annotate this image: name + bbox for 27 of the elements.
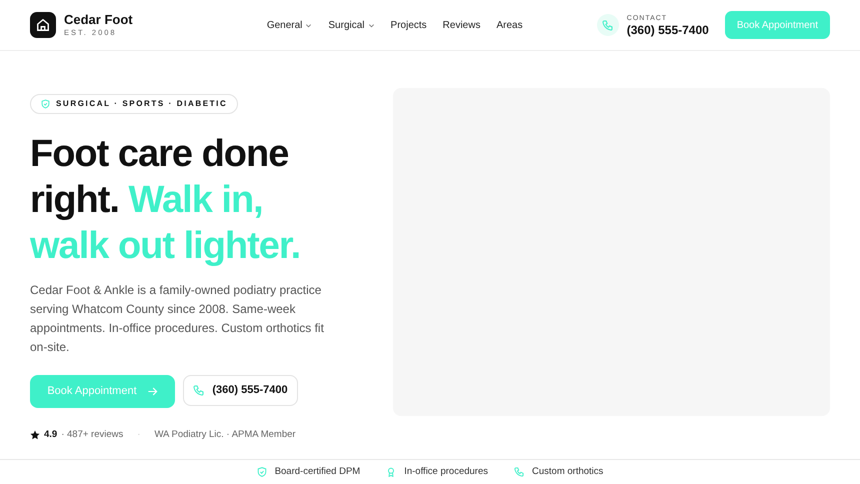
call-button[interactable]: (360) 555-7400 [183, 375, 298, 406]
shield-icon [256, 467, 267, 477]
shield-icon [41, 99, 50, 109]
trust-item-label: Board-certified DPM [274, 464, 360, 479]
nav-link[interactable]: Surgical [328, 18, 375, 32]
phone-icon [193, 385, 204, 396]
logo-icon[interactable] [30, 12, 56, 38]
intro-paragraph: Cedar Foot & Ankle is a family-owned podiatry practice serving Whatcom County since 2008. Same-week appointments. In-office procedures. Custom orthotics fit on-site. [30, 282, 325, 356]
nav-link[interactable]: Reviews [442, 18, 480, 32]
arrow-icon [146, 386, 158, 397]
nav-link[interactable]: Projects [390, 18, 427, 32]
contact-phone[interactable]: (360) 555-7400 [626, 22, 709, 36]
phone-icon [514, 467, 524, 477]
specialty-pill: SURGICAL · SPORTS · DIABETIC [30, 94, 238, 114]
nav-link[interactable]: Areas [496, 18, 523, 32]
trust-item-label: Custom orthotics [532, 464, 604, 479]
award-icon [386, 467, 396, 477]
credentials-text: WA Podiatry Lic. · APMA Member [154, 428, 296, 442]
review-count: · 487+ reviews [61, 428, 124, 442]
phone-icon [596, 14, 619, 36]
brand-name: Cedar Foot [64, 12, 133, 27]
trust-item-label: In-office procedures [404, 464, 488, 479]
star-icon [30, 430, 40, 440]
nav-link[interactable]: General [266, 18, 312, 32]
separator-dot: · [137, 428, 140, 442]
headline: Foot care done right. Walk in, walk out lighter. [30, 132, 302, 269]
rating-value: 4.9 [44, 428, 58, 442]
